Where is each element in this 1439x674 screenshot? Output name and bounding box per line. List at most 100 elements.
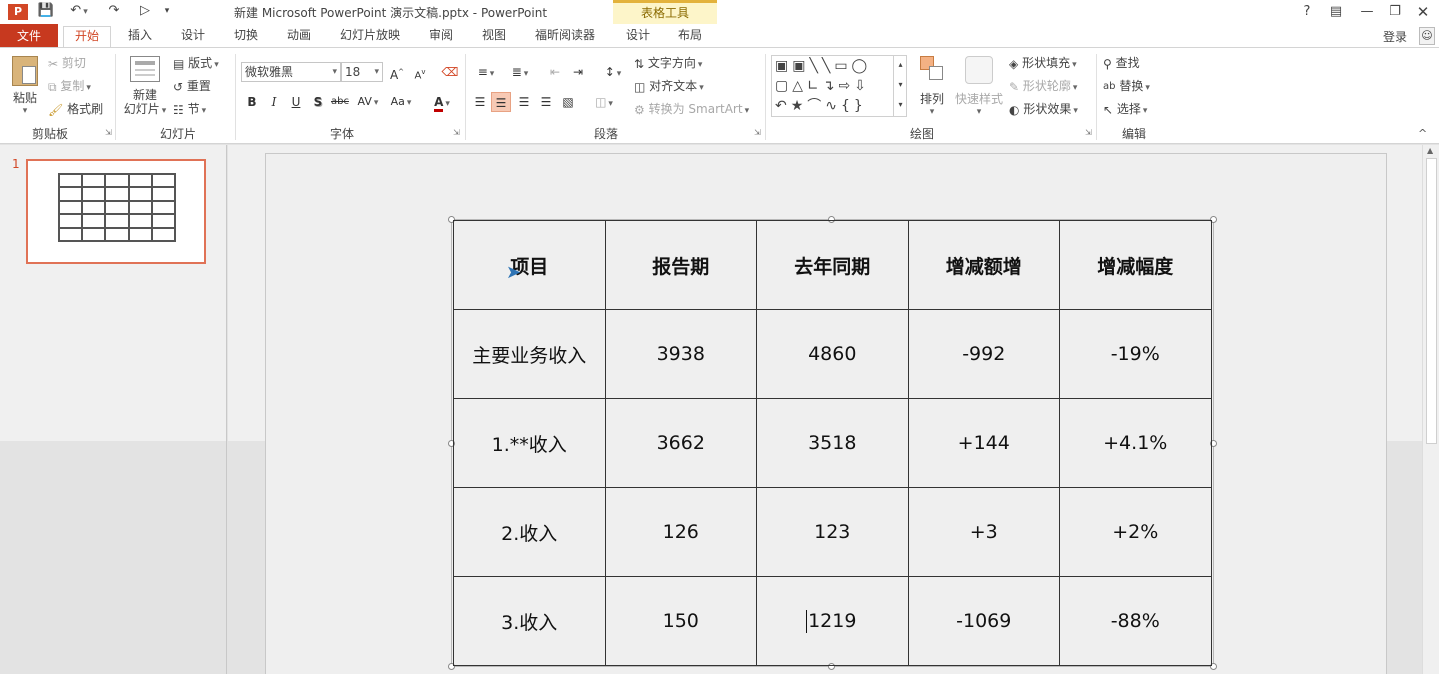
table-cell[interactable]: 150 — [604, 576, 757, 666]
character-spacing-icon[interactable]: AV ▾ — [354, 92, 382, 112]
tab-table-layout[interactable]: 布局 — [670, 26, 710, 47]
customize-qat-icon[interactable]: ▾ — [160, 2, 174, 20]
header-cell[interactable]: 报告期 — [604, 220, 757, 310]
distributed-icon[interactable]: ▧ — [558, 92, 578, 112]
align-left-icon[interactable]: ☰ — [470, 92, 490, 112]
vertical-scrollbar[interactable]: ▲ — [1422, 145, 1439, 674]
shape-effects-button[interactable]: ◐ 形状效果 ▾ — [1009, 100, 1078, 120]
shrink-font-icon[interactable]: Av — [410, 62, 430, 82]
numbering-icon[interactable]: ≣ ▾ — [505, 62, 535, 82]
font-color-icon[interactable]: A ▾ — [426, 92, 458, 112]
tab-animations[interactable]: 动画 — [279, 26, 319, 47]
shape-fill-button[interactable]: ◈ 形状填充 ▾ — [1009, 54, 1077, 74]
tab-design[interactable]: 设计 — [173, 26, 213, 47]
table-cell[interactable]: +2% — [1059, 487, 1212, 577]
format-painter-button[interactable]: 🖌 格式刷 — [48, 100, 103, 119]
redo-icon[interactable]: ↷ — [104, 2, 124, 20]
table-cell[interactable]: 123 — [756, 487, 909, 577]
increase-indent-icon[interactable]: ⇥ — [568, 62, 588, 82]
section-button[interactable]: ☷ 节 ▾ — [173, 100, 206, 120]
font-name-combo[interactable]: 微软雅黑 ▾ — [241, 62, 341, 82]
table-cell[interactable]: -1069 — [907, 576, 1060, 666]
table-cell[interactable]: 3938 — [604, 309, 757, 399]
save-icon[interactable]: 💾 — [36, 2, 56, 20]
shapes-gallery-scroll[interactable]: ▴ ▾ ▾ — [893, 55, 907, 117]
minimize-icon[interactable]: — — [1356, 2, 1378, 22]
tab-transitions[interactable]: 切换 — [226, 26, 266, 47]
table-cell[interactable]: 主要业务收入 — [453, 309, 606, 399]
table-cell[interactable]: 3518 — [756, 398, 909, 488]
ribbon-display-options-icon[interactable]: ▤ — [1325, 2, 1347, 22]
underline-icon[interactable]: U — [286, 92, 306, 112]
shadow-icon[interactable]: S — [308, 92, 328, 112]
reset-button[interactable]: ↺ 重置 — [173, 77, 211, 96]
new-slide-button[interactable]: 新建 幻灯片 ▾ — [122, 56, 168, 118]
tab-review[interactable]: 审阅 — [421, 26, 461, 47]
start-from-beginning-icon[interactable]: ▷ — [134, 2, 156, 20]
cut-button[interactable]: ✂ 剪切 — [48, 54, 86, 73]
copy-button[interactable]: ⧉ 复制 ▾ — [48, 77, 91, 97]
table-cell[interactable]: -992 — [907, 309, 1060, 399]
tab-foxit-reader[interactable]: 福昕阅读器 — [528, 26, 602, 47]
clear-formatting-icon[interactable]: ⌫ — [440, 62, 460, 82]
close-icon[interactable]: ✕ — [1412, 2, 1434, 22]
font-launcher-icon[interactable]: ⇲ — [453, 128, 460, 137]
align-center-icon[interactable]: ☰ — [491, 92, 511, 112]
paste-button[interactable]: 粘贴 ▾ — [8, 56, 42, 116]
layout-button[interactable]: ▤ 版式 ▾ — [173, 54, 219, 74]
bold-icon[interactable]: B — [242, 92, 262, 112]
drawing-launcher-icon[interactable]: ⇲ — [1085, 128, 1092, 137]
table-cell[interactable]: -88% — [1059, 576, 1212, 666]
user-avatar-icon[interactable]: ☺ — [1419, 27, 1435, 45]
tab-home[interactable]: 开始 — [63, 26, 111, 48]
table-cell[interactable]: 1219 — [756, 576, 909, 666]
align-text-button[interactable]: ◫ 对齐文本 ▾ — [634, 77, 704, 97]
justify-icon[interactable]: ☰ — [536, 92, 556, 112]
text-direction-button[interactable]: ⇅ 文字方向 ▾ — [634, 54, 702, 74]
header-cell[interactable]: 增减幅度 — [1059, 220, 1212, 310]
convert-smartart-button[interactable]: ⚙ 转换为 SmartArt ▾ — [634, 100, 749, 120]
table-cell[interactable]: 2.收入 — [453, 487, 606, 577]
decrease-indent-icon[interactable]: ⇤ — [545, 62, 565, 82]
arrange-button[interactable]: 排列 ▾ — [916, 56, 948, 117]
table-cell[interactable]: 4860 — [756, 309, 909, 399]
shapes-gallery[interactable]: ▣▣╲╲▭◯ ▢△∟↴⇨⇩ ↶★⌒∿{} — [771, 55, 907, 117]
header-cell[interactable]: 项目 — [453, 220, 606, 310]
login-link[interactable]: 登录 — [1383, 28, 1407, 45]
paragraph-launcher-icon[interactable]: ⇲ — [754, 128, 761, 137]
line-spacing-icon[interactable]: ↕ ▾ — [598, 62, 628, 82]
replace-button[interactable]: ab 替换 ▾ — [1103, 77, 1150, 97]
tab-table-design[interactable]: 设计 — [618, 26, 658, 47]
table-cell[interactable]: 126 — [604, 487, 757, 577]
table-cell[interactable]: +3 — [907, 487, 1060, 577]
help-icon[interactable]: ? — [1296, 2, 1318, 22]
columns-icon[interactable]: ◫ ▾ — [590, 92, 618, 112]
header-cell[interactable]: 去年同期 — [756, 220, 909, 310]
font-size-combo[interactable]: 18 ▾ — [341, 62, 383, 82]
quick-styles-button[interactable]: 快速样式 ▾ — [954, 56, 1004, 117]
pane-divider[interactable] — [226, 145, 227, 674]
tab-slideshow[interactable]: 幻灯片放映 — [334, 26, 406, 47]
table-cell[interactable]: +4.1% — [1059, 398, 1212, 488]
grow-font-icon[interactable]: A^ — [387, 62, 407, 82]
table-cell[interactable]: 1.**收入 — [453, 398, 606, 488]
strikethrough-icon[interactable]: abc — [330, 92, 350, 112]
table-cell[interactable]: 3662 — [604, 398, 757, 488]
table-cell[interactable]: +144 — [907, 398, 1060, 488]
collapse-ribbon-icon[interactable]: ^ — [1418, 127, 1427, 140]
table-cell[interactable]: 3.收入 — [453, 576, 606, 666]
tab-view[interactable]: 视图 — [474, 26, 514, 47]
scrollbar-thumb[interactable] — [1426, 158, 1437, 444]
align-right-icon[interactable]: ☰ — [514, 92, 534, 112]
tab-insert[interactable]: 插入 — [120, 26, 160, 47]
header-cell[interactable]: 增减额增 — [907, 220, 1060, 310]
table-cell[interactable]: -19% — [1059, 309, 1212, 399]
shape-outline-button[interactable]: ✎ 形状轮廓 ▾ — [1009, 77, 1077, 97]
clipboard-launcher-icon[interactable]: ⇲ — [105, 128, 112, 137]
scroll-up-icon[interactable]: ▲ — [1427, 146, 1433, 155]
select-button[interactable]: ↖ 选择 ▾ — [1103, 100, 1147, 120]
undo-icon[interactable]: ↶ ▾ — [64, 2, 94, 21]
italic-icon[interactable]: I — [264, 92, 284, 112]
tab-file[interactable]: 文件 — [0, 24, 58, 48]
slide-thumbnail[interactable] — [26, 159, 206, 264]
